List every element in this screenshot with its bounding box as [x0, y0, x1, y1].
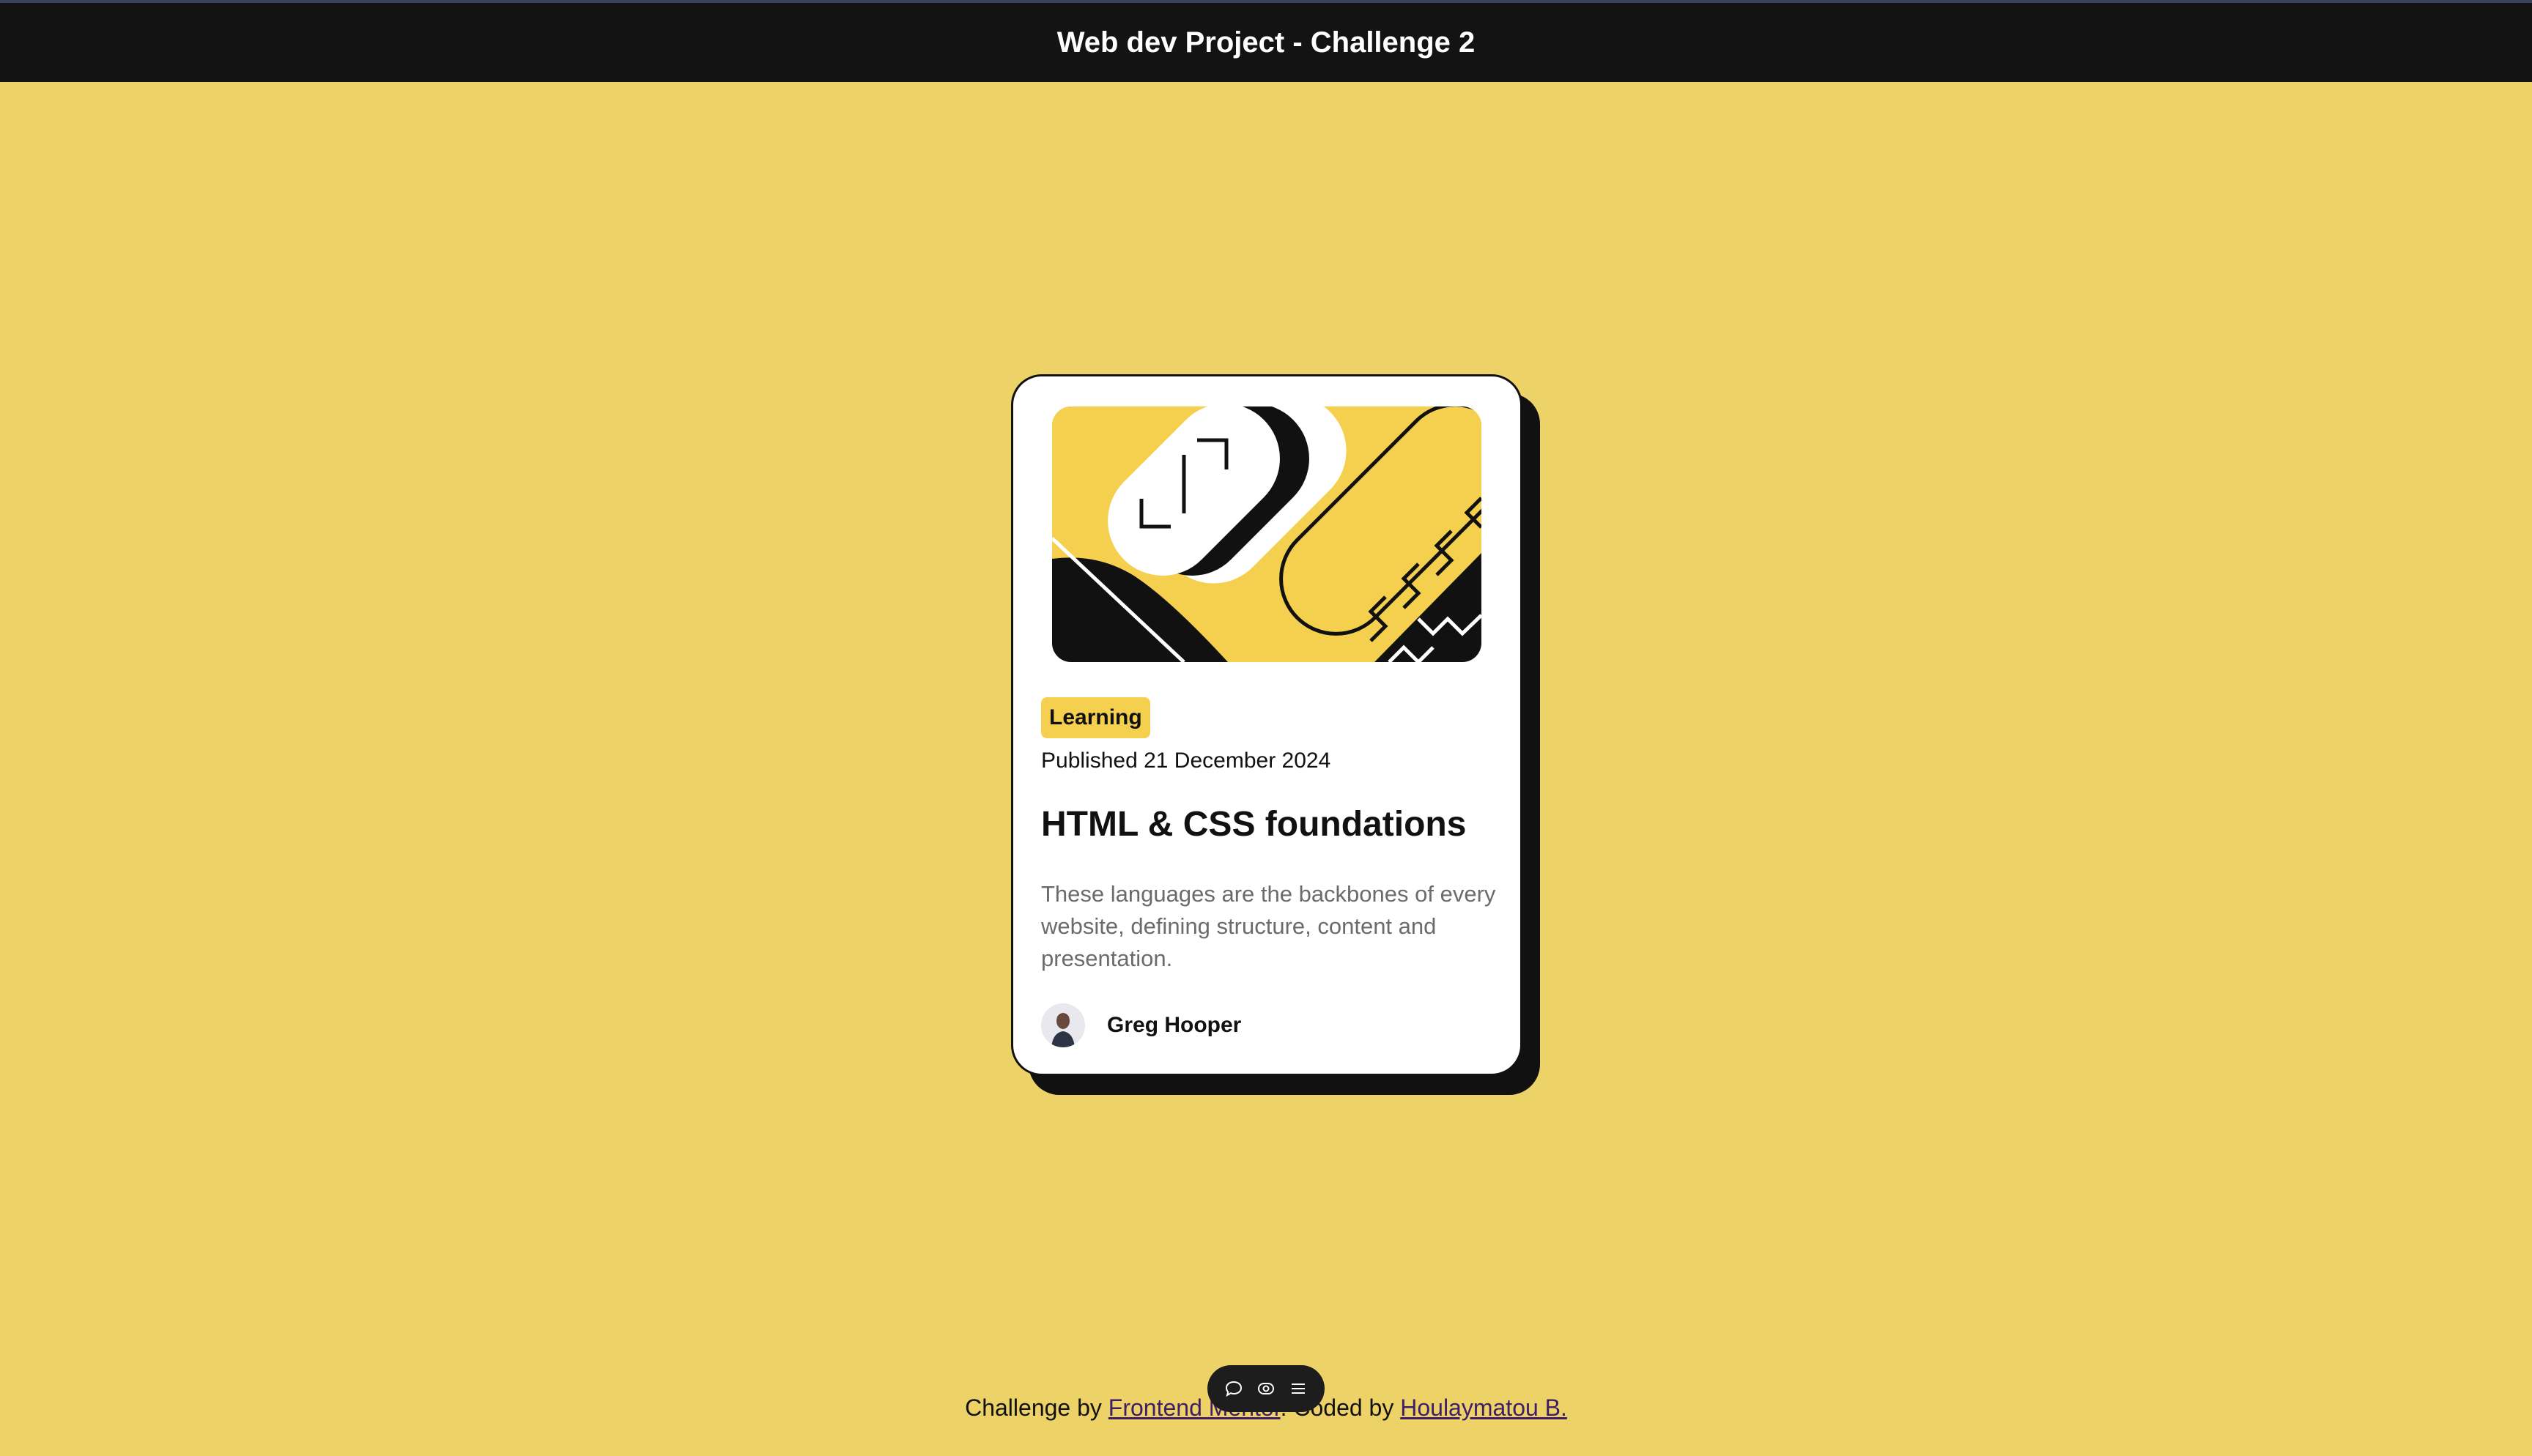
eye-icon[interactable]	[1254, 1376, 1278, 1401]
category-tag: Learning	[1041, 697, 1150, 738]
page-title: Web dev Project - Challenge 2	[1056, 26, 1476, 59]
published-date: Published 21 December 2024	[1041, 749, 1331, 773]
card-title[interactable]: HTML & CSS foundations	[1041, 804, 1503, 844]
comment-icon[interactable]	[1221, 1376, 1246, 1401]
avatar	[1041, 1003, 1085, 1047]
menu-icon[interactable]	[1286, 1376, 1311, 1401]
author-row: Greg Hooper	[1041, 1003, 1241, 1047]
footer-prefix: Challenge by	[965, 1394, 1108, 1421]
author-link[interactable]: Houlaymatou B.	[1400, 1394, 1567, 1421]
blog-preview-card: Learning Published 21 December 2024 HTML…	[1011, 374, 1522, 1076]
author-name: Greg Hooper	[1107, 1013, 1242, 1037]
card-description: These languages are the backbones of eve…	[1041, 881, 1496, 971]
card-illustration	[1052, 406, 1481, 662]
floating-toolbar	[1207, 1365, 1325, 1412]
top-header-bar: Web dev Project - Challenge 2	[0, 0, 2532, 82]
